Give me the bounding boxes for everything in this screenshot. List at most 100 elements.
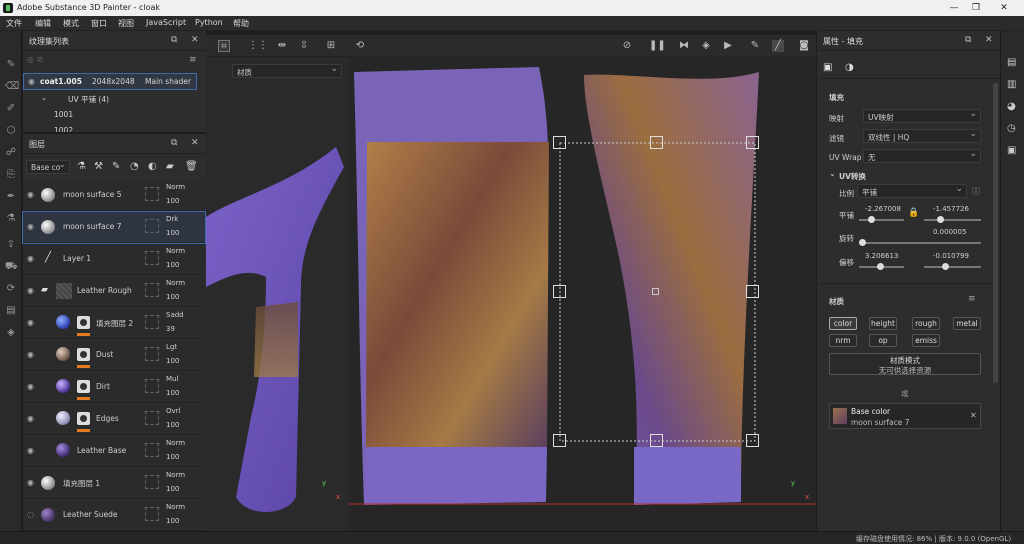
document-icon[interactable]: ▤	[5, 305, 17, 317]
layer-row[interactable]: ◉ Dirt Mul 100	[23, 372, 205, 403]
layer-opacity[interactable]: 39	[166, 325, 175, 333]
uv-tile-1002[interactable]: 1002	[54, 126, 73, 132]
layer-mask-slot[interactable]	[145, 411, 159, 425]
menu-mode[interactable]: 模式	[63, 18, 79, 29]
eraser-icon[interactable]: ⌫	[5, 81, 19, 93]
projection-icon[interactable]: ✐	[5, 103, 17, 115]
layer-blend-mode[interactable]: Norm	[166, 471, 185, 479]
slider-knob[interactable]	[937, 216, 944, 223]
paint-layer-icon[interactable]: ✎	[112, 161, 120, 172]
export-icon[interactable]: ⇪	[5, 239, 17, 251]
layer-opacity[interactable]: 100	[166, 197, 179, 205]
transform-handle[interactable]	[746, 285, 759, 298]
layer-mask-slot[interactable]	[145, 251, 159, 265]
menu-python[interactable]: Python	[195, 18, 223, 27]
layer-opacity[interactable]: 100	[166, 229, 179, 237]
projection-select[interactable]: UV映射	[863, 109, 981, 123]
rotation-value[interactable]: 0.000005	[933, 228, 966, 236]
channel-height-button[interactable]: height	[869, 317, 897, 330]
layer-opacity[interactable]: 100	[166, 453, 179, 461]
channel-rough-button[interactable]: rough	[912, 317, 940, 330]
float-panel-icon[interactable]: ⧉	[171, 138, 177, 148]
minimize-button[interactable]: —	[948, 2, 960, 14]
tile-x-slider[interactable]	[859, 216, 904, 223]
layer-blend-mode[interactable]: Norm	[166, 503, 185, 511]
smudge-icon[interactable]: ☍	[5, 147, 17, 159]
transform-handle[interactable]	[553, 136, 566, 149]
transform-handle[interactable]	[650, 136, 663, 149]
viewport[interactable]: 材质 ⋮⋮ 材质 y x	[206, 57, 816, 531]
chevron-down-icon[interactable]: ⌄	[829, 169, 836, 178]
mesh-icon[interactable]: ⛟	[5, 261, 18, 273]
layer-blend-mode[interactable]: Norm	[166, 247, 185, 255]
eye-icon[interactable]: ◉	[27, 350, 36, 359]
filter-select[interactable]: 双线性 | HQ	[863, 129, 981, 143]
layer-opacity[interactable]: 100	[166, 261, 179, 269]
transform-handle[interactable]	[746, 434, 759, 447]
menu-icon[interactable]: ≡	[189, 55, 197, 65]
split-view-icon[interactable]: ⧓	[678, 40, 690, 52]
menu-file[interactable]: 文件	[6, 18, 22, 29]
uvwrap-select[interactable]: 无	[863, 149, 981, 163]
reset-icon[interactable]: ⟲	[354, 40, 366, 52]
layer-mask-thumbnail[interactable]	[77, 380, 90, 393]
uv-grid-icon[interactable]: ⋮⋮	[248, 40, 268, 52]
2d-uv-view[interactable]: y x	[349, 57, 816, 531]
lock-icon[interactable]: 🔒	[908, 208, 919, 218]
3d-model-view[interactable]	[206, 77, 346, 517]
layer-opacity[interactable]: 100	[166, 517, 179, 525]
menu-view[interactable]: 视图	[118, 18, 134, 29]
offset-y-value[interactable]: -0.010799	[933, 252, 969, 260]
transform-center[interactable]	[652, 288, 659, 295]
viewport-3d-mode-select[interactable]: 材质	[232, 64, 342, 78]
layer-blend-mode[interactable]: Mul	[166, 375, 178, 383]
layer-opacity[interactable]: 100	[166, 293, 179, 301]
layer-blend-mode[interactable]: Norm	[166, 183, 185, 191]
texture-set-item[interactable]: ◉ coat1.005 2048x2048 Main shader	[23, 73, 197, 90]
fill-layer-icon[interactable]: ◔	[130, 161, 139, 172]
display-settings-icon[interactable]: ◕	[1007, 101, 1016, 112]
slider-knob[interactable]	[942, 263, 949, 270]
material-picker-icon[interactable]: ✒	[5, 191, 17, 203]
slider-knob[interactable]	[877, 263, 884, 270]
layer-blend-mode[interactable]: Norm	[166, 279, 185, 287]
cube-icon[interactable]: ◈	[5, 327, 17, 339]
assets-icon[interactable]: ▤	[1007, 57, 1016, 68]
close-window-button[interactable]: ✕	[998, 2, 1010, 14]
layer-mask-slot[interactable]	[145, 379, 159, 393]
layer-opacity[interactable]: 100	[166, 421, 179, 429]
transform-handle[interactable]	[553, 285, 566, 298]
menu-edit[interactable]: 编辑	[35, 18, 51, 29]
effects-icon[interactable]: ⚗	[77, 161, 86, 172]
info-icon[interactable]: ⓘ	[972, 186, 980, 197]
filter-icons[interactable]: ◎ ⊘	[27, 55, 67, 65]
fit-frame-icon[interactable]: ⊞	[325, 40, 337, 52]
channel-metal-button[interactable]: metal	[953, 317, 981, 330]
eye-closed-icon[interactable]: ◌	[27, 510, 36, 519]
material-mode-box[interactable]: 材质模式 无可供选择资源	[829, 353, 981, 375]
eye-icon[interactable]: ◉	[27, 190, 36, 199]
eye-icon[interactable]: ◉	[27, 414, 36, 423]
layer-row[interactable]: ◉ 填充图层 1 Norm 100	[23, 468, 205, 499]
camera-video-icon[interactable]: ▶	[722, 40, 734, 52]
slider-knob[interactable]	[868, 216, 875, 223]
folder-icon[interactable]: ▰	[166, 161, 174, 172]
brush-tool-icon[interactable]: ╱	[772, 40, 784, 52]
layer-mask-slot[interactable]	[145, 507, 159, 521]
layer-row[interactable]: ◉ ╱ Layer 1 Norm 100	[23, 244, 205, 275]
clone-icon[interactable]: ⎘	[5, 169, 17, 181]
eye-icon[interactable]: ◉	[27, 286, 36, 295]
layer-mask-thumbnail[interactable]	[77, 348, 90, 361]
log-icon[interactable]: ▣	[1007, 145, 1016, 156]
layer-row[interactable]: ◉ moon surface 5 Norm 100	[23, 180, 205, 211]
properties-tab-icon[interactable]: ▣	[823, 62, 832, 73]
chevron-down-icon[interactable]: ⌄	[41, 94, 47, 102]
offset-x-value[interactable]: 3.206613	[865, 252, 898, 260]
menu-icon[interactable]: ≡	[968, 294, 976, 304]
close-panel-icon[interactable]: ✕	[191, 35, 199, 45]
uv-tile-group[interactable]: UV 平铺 (4)	[68, 94, 109, 105]
channel-normal-button[interactable]: nrm	[829, 334, 857, 347]
channel-select[interactable]: Base co	[26, 160, 70, 174]
menu-help[interactable]: 帮助	[233, 18, 249, 29]
hide-icon[interactable]: ⊘	[621, 40, 633, 52]
